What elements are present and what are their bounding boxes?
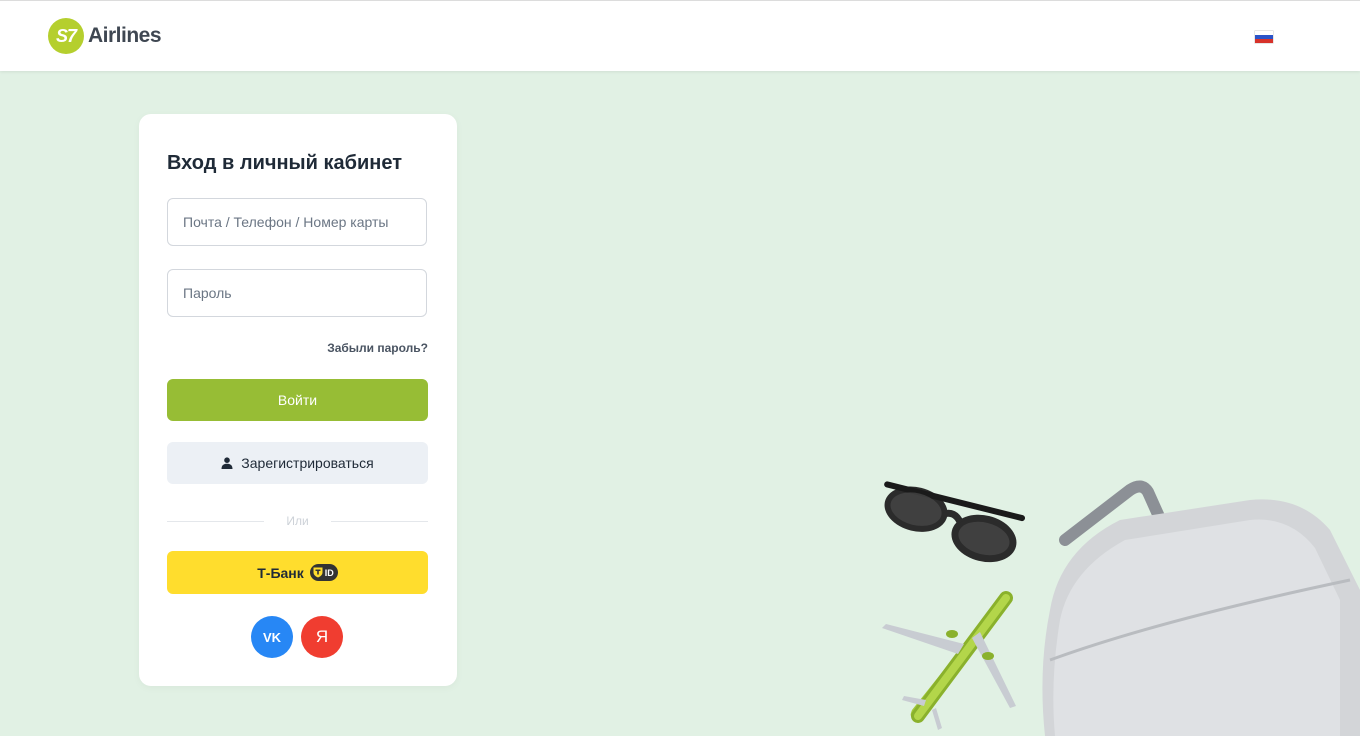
sunglasses-icon [884, 481, 1026, 563]
login-input[interactable] [167, 198, 427, 246]
user-icon [221, 457, 233, 469]
airplane-icon [882, 591, 1016, 730]
tbank-label: Т-Банк [257, 564, 304, 581]
login-button[interactable]: Войти [167, 379, 428, 421]
logo-badge: S7 [48, 18, 84, 54]
vk-icon: VK [262, 629, 282, 645]
tbank-shield-icon [313, 567, 323, 578]
tbank-login-button[interactable]: Т-Банк ID [167, 551, 428, 594]
vk-login-button[interactable]: VK [251, 616, 293, 658]
travel-illustration [882, 480, 1360, 736]
divider-line-right [331, 521, 428, 522]
or-divider: Или [167, 514, 428, 528]
tbank-id-badge: ID [309, 564, 338, 581]
s7-logo[interactable]: S7 Airlines [48, 18, 162, 54]
ru-flag-icon[interactable] [1255, 31, 1273, 43]
logo-text: Airlines [88, 24, 162, 47]
register-button-label: Зарегистрироваться [241, 455, 374, 471]
login-card: Вход в личный кабинет Забыли пароль? Вой… [139, 114, 457, 686]
register-button[interactable]: Зарегистрироваться [167, 442, 428, 484]
yandex-icon: Я [315, 627, 329, 646]
suitcase-icon [1042, 480, 1360, 736]
password-input[interactable] [167, 269, 427, 317]
login-button-label: Войти [277, 392, 318, 408]
tbank-id-text: ID [324, 567, 334, 578]
forgot-password-link[interactable]: Забыли пароль? [327, 341, 428, 355]
login-title: Вход в личный кабинет [167, 152, 402, 174]
top-header: S7 Airlines [0, 0, 1360, 71]
yandex-login-button[interactable]: Я [301, 616, 343, 658]
